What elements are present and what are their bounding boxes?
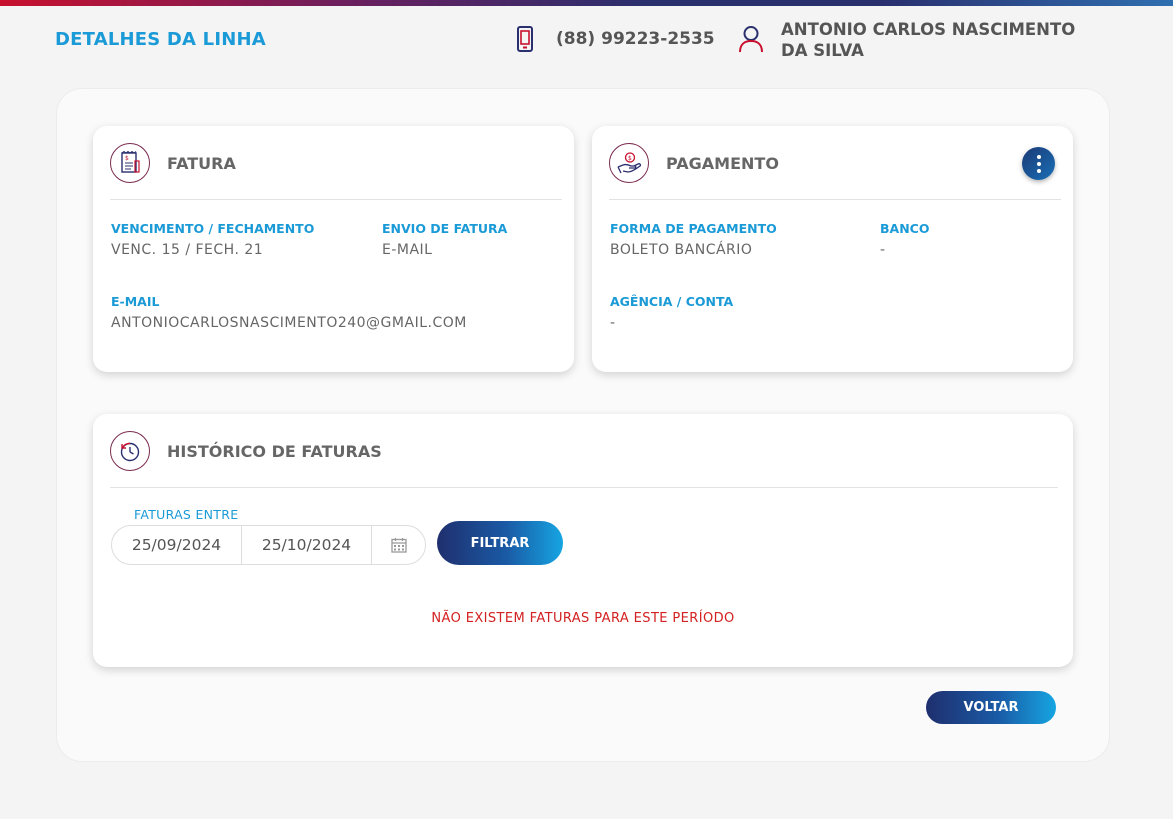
filtrar-button[interactable]: FILTRAR (437, 521, 563, 565)
forma-pagamento-value: BOLETO BANCÁRIO (610, 242, 753, 258)
fatura-card: $ FATURA VENCIMENTO / FECHAMENTO VENC. 1… (93, 126, 574, 372)
invoice-icon: $ (110, 143, 150, 183)
banco-label: BANCO (880, 221, 930, 236)
faturas-entre-label: FATURAS ENTRE (134, 507, 239, 522)
envio-value: E-MAIL (382, 242, 433, 258)
agencia-label: AGÊNCIA / CONTA (610, 294, 734, 309)
end-date-input[interactable] (242, 526, 372, 564)
voltar-button[interactable]: VOLTAR (926, 691, 1056, 724)
more-vertical-icon[interactable] (1022, 147, 1055, 180)
banco-value: - (880, 242, 886, 258)
history-clock-icon (110, 431, 150, 471)
svg-text:$: $ (628, 155, 632, 162)
vencimento-label: VENCIMENTO / FECHAMENTO (111, 221, 315, 236)
empty-state-message: NÃO EXISTEM FATURAS PARA ESTE PERÍODO (431, 611, 735, 626)
pagamento-card: $ PAGAMENTO FORMA DE PAGAMENTO BOLETO BA… (592, 126, 1073, 372)
phone-icon (517, 26, 533, 52)
email-value: ANTONIOCARLOSNASCIMENTO240@GMAIL.COM (111, 315, 467, 331)
vencimento-value: VENC. 15 / FECH. 21 (111, 242, 264, 258)
user-name: ANTONIO CARLOS NASCIMENTO DA SILVA (781, 20, 1076, 60)
historico-card: HISTÓRICO DE FATURAS FATURAS ENTRE FILTR… (93, 414, 1073, 667)
pagamento-title: PAGAMENTO (666, 154, 779, 173)
divider (609, 199, 1061, 200)
forma-pagamento-label: FORMA DE PAGAMENTO (610, 221, 777, 236)
divider (110, 487, 1058, 488)
calendar-icon[interactable] (372, 526, 425, 564)
top-brand-stripe (0, 0, 1173, 6)
date-range-picker (111, 525, 426, 565)
user-icon (739, 26, 763, 53)
email-label: E-MAIL (111, 294, 160, 309)
historico-title: HISTÓRICO DE FATURAS (167, 442, 382, 461)
divider (110, 199, 562, 200)
agencia-value: - (610, 315, 616, 331)
start-date-input[interactable] (112, 526, 242, 564)
page-title: DETALHES DA LINHA (55, 29, 266, 50)
fatura-title: FATURA (167, 154, 236, 173)
svg-text:$: $ (125, 155, 129, 162)
phone-number: (88) 99223-2535 (556, 29, 715, 49)
payment-hand-icon: $ (609, 143, 649, 183)
envio-label: ENVIO DE FATURA (382, 221, 508, 236)
